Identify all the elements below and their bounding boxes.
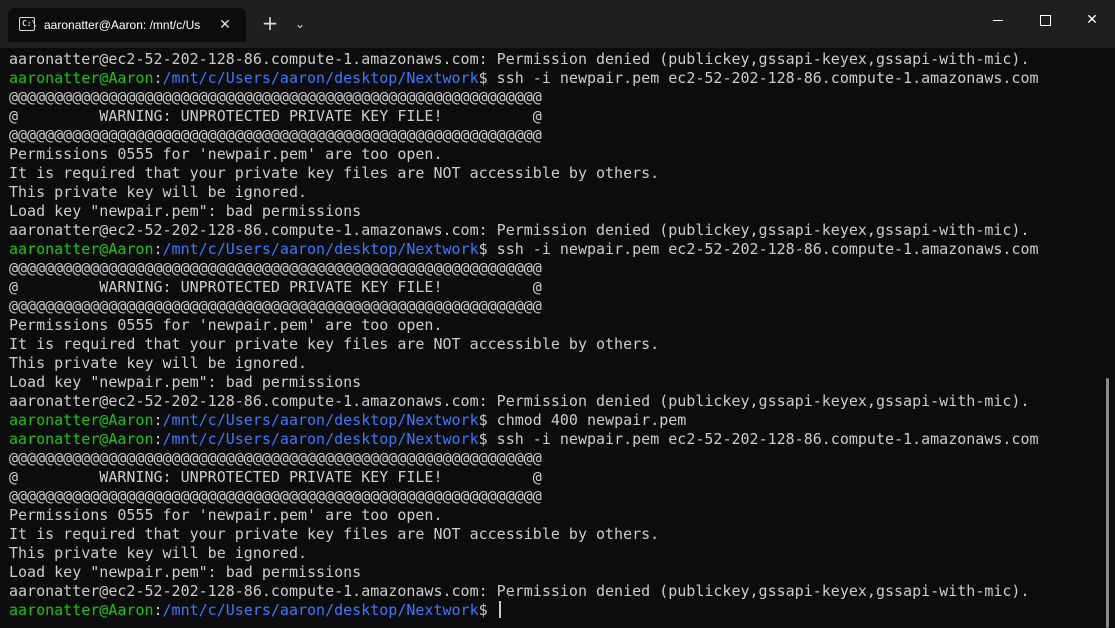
output-line: This private key will be ignored. bbox=[9, 544, 308, 562]
prompt-separator: : bbox=[153, 601, 163, 619]
close-window-button[interactable]: ✕ bbox=[1069, 0, 1115, 40]
output-line: Permissions 0555 for 'newpair.pem' are t… bbox=[9, 145, 443, 163]
output-line: @ WARNING: UNPROTECTED PRIVATE KEY FILE!… bbox=[9, 278, 542, 296]
prompt-path: /mnt/c/Users/aaron/desktop/Nextwork bbox=[162, 601, 479, 619]
output-line: @@@@@@@@@@@@@@@@@@@@@@@@@@@@@@@@@@@@@@@@… bbox=[9, 449, 542, 467]
prompt-path: /mnt/c/Users/aaron/desktop/Nextwork bbox=[162, 69, 479, 87]
output-line: aaronatter@ec2-52-202-128-86.compute-1.a… bbox=[9, 221, 1030, 239]
prompt-user: aaronatter@Aaron bbox=[9, 69, 154, 87]
command-text: $ ssh -i newpair.pem ec2-52-202-128-86.c… bbox=[478, 430, 1039, 448]
output-line: @@@@@@@@@@@@@@@@@@@@@@@@@@@@@@@@@@@@@@@@… bbox=[9, 297, 542, 315]
command-text: $ ssh -i newpair.pem ec2-52-202-128-86.c… bbox=[478, 69, 1039, 87]
prompt-separator: : bbox=[153, 240, 163, 258]
output-line: Permissions 0555 for 'newpair.pem' are t… bbox=[9, 506, 443, 524]
output-line: @@@@@@@@@@@@@@@@@@@@@@@@@@@@@@@@@@@@@@@@… bbox=[9, 487, 542, 505]
output-line: This private key will be ignored. bbox=[9, 183, 308, 201]
maximize-icon bbox=[1040, 15, 1051, 26]
output-line: It is required that your private key fil… bbox=[9, 335, 660, 353]
output-line: aaronatter@ec2-52-202-128-86.compute-1.a… bbox=[9, 392, 1030, 410]
tab-terminal[interactable]: C:\ aaronatter@Aaron: /mnt/c/Us ✕ bbox=[8, 8, 246, 42]
output-line: @@@@@@@@@@@@@@@@@@@@@@@@@@@@@@@@@@@@@@@@… bbox=[9, 126, 542, 144]
prompt-path: /mnt/c/Users/aaron/desktop/Nextwork bbox=[162, 430, 479, 448]
command-text: $ chmod 400 newpair.pem bbox=[478, 411, 687, 429]
prompt-line: aaronatter@Aaron:/mnt/c/Users/aaron/desk… bbox=[9, 411, 686, 430]
prompt-separator: : bbox=[153, 411, 163, 429]
output-line: @ WARNING: UNPROTECTED PRIVATE KEY FILE!… bbox=[9, 468, 542, 486]
output-line: @ WARNING: UNPROTECTED PRIVATE KEY FILE!… bbox=[9, 107, 542, 125]
close-tab-icon[interactable]: ✕ bbox=[214, 14, 236, 36]
prompt-line: aaronatter@Aaron:/mnt/c/Users/aaron/desk… bbox=[9, 69, 1039, 88]
terminal-output[interactable]: aaronatter@ec2-52-202-128-86.compute-1.a… bbox=[0, 48, 1100, 628]
new-tab-button[interactable]: + bbox=[258, 12, 282, 36]
prompt-user: aaronatter@Aaron bbox=[9, 601, 154, 619]
scrollbar[interactable] bbox=[1103, 48, 1115, 628]
text-cursor bbox=[498, 601, 501, 618]
output-line: Load key "newpair.pem": bad permissions bbox=[9, 563, 362, 581]
prompt-separator: : bbox=[153, 430, 163, 448]
output-line: It is required that your private key fil… bbox=[9, 525, 660, 543]
minimize-icon bbox=[993, 20, 1003, 21]
output-line: Load key "newpair.pem": bad permissions bbox=[9, 202, 362, 220]
output-line: aaronatter@ec2-52-202-128-86.compute-1.a… bbox=[9, 50, 1030, 68]
prompt-path: /mnt/c/Users/aaron/desktop/Nextwork bbox=[162, 240, 479, 258]
scrollbar-thumb[interactable] bbox=[1106, 378, 1109, 628]
output-line: aaronatter@ec2-52-202-128-86.compute-1.a… bbox=[9, 582, 1030, 600]
prompt-path: /mnt/c/Users/aaron/desktop/Nextwork bbox=[162, 411, 479, 429]
chevron-down-icon[interactable]: ⌄ bbox=[289, 12, 311, 36]
prompt-user: aaronatter@Aaron bbox=[9, 430, 154, 448]
tab-title: aaronatter@Aaron: /mnt/c/Us bbox=[44, 18, 201, 32]
output-line: @@@@@@@@@@@@@@@@@@@@@@@@@@@@@@@@@@@@@@@@… bbox=[9, 259, 542, 277]
output-line: @@@@@@@@@@@@@@@@@@@@@@@@@@@@@@@@@@@@@@@@… bbox=[9, 88, 542, 106]
prompt-user: aaronatter@Aaron bbox=[9, 240, 154, 258]
command-text: $ ssh -i newpair.pem ec2-52-202-128-86.c… bbox=[478, 240, 1039, 258]
prompt-separator: : bbox=[153, 69, 163, 87]
terminal-icon: C:\ bbox=[19, 17, 36, 31]
output-line: Load key "newpair.pem": bad permissions bbox=[9, 373, 362, 391]
maximize-button[interactable] bbox=[1022, 0, 1068, 40]
prompt-line: aaronatter@Aaron:/mnt/c/Users/aaron/desk… bbox=[9, 430, 1039, 449]
output-line: It is required that your private key fil… bbox=[9, 164, 660, 182]
terminal-window: C:\ aaronatter@Aaron: /mnt/c/Us ✕ + ⌄ ✕ … bbox=[0, 0, 1115, 628]
prompt-line: aaronatter@Aaron:/mnt/c/Users/aaron/desk… bbox=[9, 240, 1039, 259]
output-line: This private key will be ignored. bbox=[9, 354, 308, 372]
minimize-button[interactable] bbox=[975, 0, 1021, 40]
prompt-user: aaronatter@Aaron bbox=[9, 411, 154, 429]
title-bar[interactable]: C:\ aaronatter@Aaron: /mnt/c/Us ✕ + ⌄ ✕ bbox=[0, 0, 1115, 48]
output-line: Permissions 0555 for 'newpair.pem' are t… bbox=[9, 316, 443, 334]
command-text: $ bbox=[478, 601, 497, 619]
prompt-line: aaronatter@Aaron:/mnt/c/Users/aaron/desk… bbox=[9, 601, 501, 620]
